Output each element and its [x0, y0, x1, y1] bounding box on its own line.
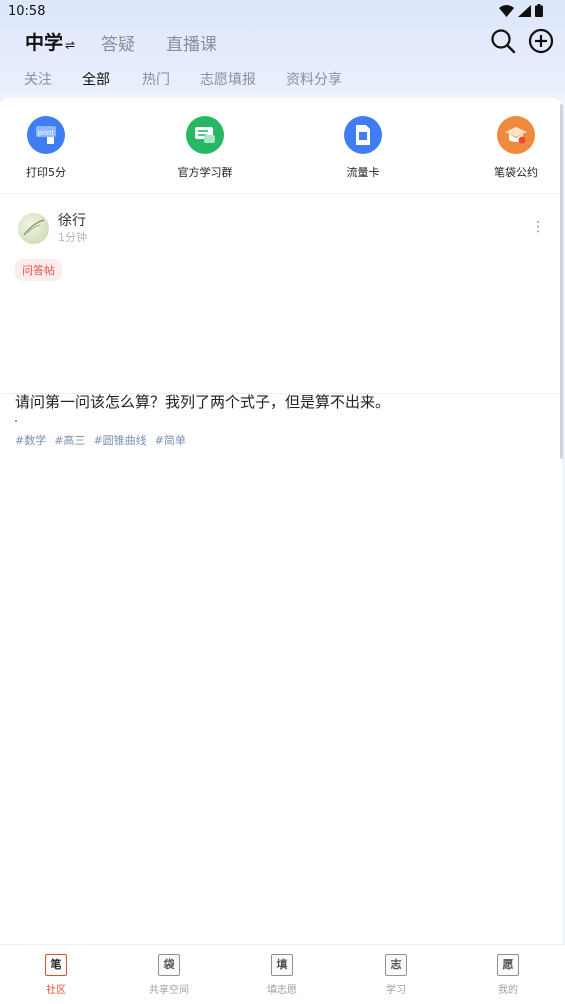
shared-space-icon: 袋	[158, 954, 180, 976]
post-image-placeholder	[15, 420, 17, 422]
status-time: 10:58	[8, 4, 46, 19]
nav-answers[interactable]: 答疑	[101, 30, 135, 55]
print-icon: print	[27, 116, 65, 154]
chat-group-icon	[186, 116, 224, 154]
quick-data-card[interactable]: 流量卡	[323, 116, 403, 180]
nav-live-class[interactable]: 直播课	[166, 30, 217, 55]
topic-tag[interactable]: #高三	[54, 434, 85, 447]
topic-tag[interactable]: #数学	[15, 434, 46, 447]
tab-community[interactable]: 笔 社区	[26, 954, 86, 996]
community-icon: 笔	[45, 954, 67, 976]
mine-icon: 愿	[497, 954, 519, 976]
tab-hot[interactable]: 热门	[142, 69, 170, 89]
bottom-tab-bar: 笔 社区 袋 共享空间 填 填志愿 志 学习 愿 我的	[0, 944, 565, 1004]
more-options-icon[interactable]: ⋮	[531, 220, 545, 234]
post-username[interactable]: 徐行	[58, 210, 86, 230]
svg-text:print: print	[38, 129, 55, 137]
avatar[interactable]	[18, 213, 49, 244]
topic-tag[interactable]: #圆锥曲线	[93, 434, 146, 447]
post-1[interactable]: 徐行 1分钟 ⋮ 问答帖 请问第一问该怎么算？我列了两个式子，但是算不出来。 #…	[0, 194, 562, 447]
quick-print[interactable]: print 打印5分	[6, 116, 86, 180]
tab-material-sharing[interactable]: 资料分享	[286, 69, 342, 89]
quick-data-card-label: 流量卡	[346, 166, 380, 179]
post-time: 1分钟	[58, 231, 87, 244]
quick-pencil-case-pact-label: 笔袋公约	[494, 166, 538, 179]
tab-study-label: 学习	[386, 985, 406, 996]
sim-card-icon	[344, 116, 382, 154]
wifi-icon	[499, 4, 514, 17]
post-topics: #数学 #高三 #圆锥曲线 #简单	[15, 432, 194, 448]
tab-study[interactable]: 志 学习	[366, 954, 426, 996]
qa-tag: 问答帖	[15, 259, 62, 281]
battery-icon	[535, 4, 543, 17]
status-icons	[499, 4, 543, 17]
quick-links: print 打印5分 官方学习群 流量卡 笔袋公约	[0, 98, 562, 194]
status-bar: 10:58	[0, 0, 565, 24]
tab-community-label: 社区	[46, 985, 66, 996]
sub-tabs: 关注 全部 热门 志愿填报 资料分享	[0, 69, 565, 89]
app-screen: 10:58 中学 ⇌ 答疑 直播课 关注 全部 热门 志愿填报 资料分享 prin…	[0, 0, 565, 1004]
graduation-cap-icon	[497, 116, 535, 154]
tab-volunteer-filling[interactable]: 志愿填报	[200, 69, 256, 89]
tab-fill-volunteer-label: 填志愿	[267, 985, 297, 996]
tab-shared-space-label: 共享空间	[149, 985, 189, 996]
topic-tag[interactable]: #简单	[155, 434, 186, 447]
tab-following[interactable]: 关注	[24, 69, 52, 89]
fill-volunteer-icon: 填	[271, 954, 293, 976]
search-icon[interactable]	[490, 28, 516, 54]
feed-card: print 打印5分 官方学习群 流量卡 笔袋公约 徐行 1分钟 ⋮ 问答帖 请…	[0, 98, 562, 944]
scrollbar[interactable]	[560, 104, 563, 459]
tab-shared-space[interactable]: 袋 共享空间	[139, 954, 199, 996]
grade-label: 中学	[25, 32, 64, 54]
switch-icon: ⇌	[65, 38, 76, 52]
quick-study-group[interactable]: 官方学习群	[165, 116, 245, 180]
study-icon: 志	[385, 954, 407, 976]
tab-fill-volunteer[interactable]: 填 填志愿	[252, 954, 312, 996]
quick-study-group-label: 官方学习群	[177, 166, 233, 179]
top-nav: 中学 ⇌ 答疑 直播课	[0, 26, 565, 56]
add-circle-icon[interactable]	[528, 28, 554, 54]
grade-selector[interactable]: 中学 ⇌	[25, 28, 75, 55]
post-body[interactable]: 请问第一问该怎么算？我列了两个式子，但是算不出来。	[15, 391, 390, 412]
tab-mine-label: 我的	[498, 985, 518, 996]
quick-print-label: 打印5分	[26, 166, 66, 179]
tab-mine[interactable]: 愿 我的	[478, 954, 538, 996]
signal-icon	[518, 4, 531, 17]
quick-pencil-case-pact[interactable]: 笔袋公约	[476, 116, 556, 180]
tab-all[interactable]: 全部	[82, 69, 110, 89]
